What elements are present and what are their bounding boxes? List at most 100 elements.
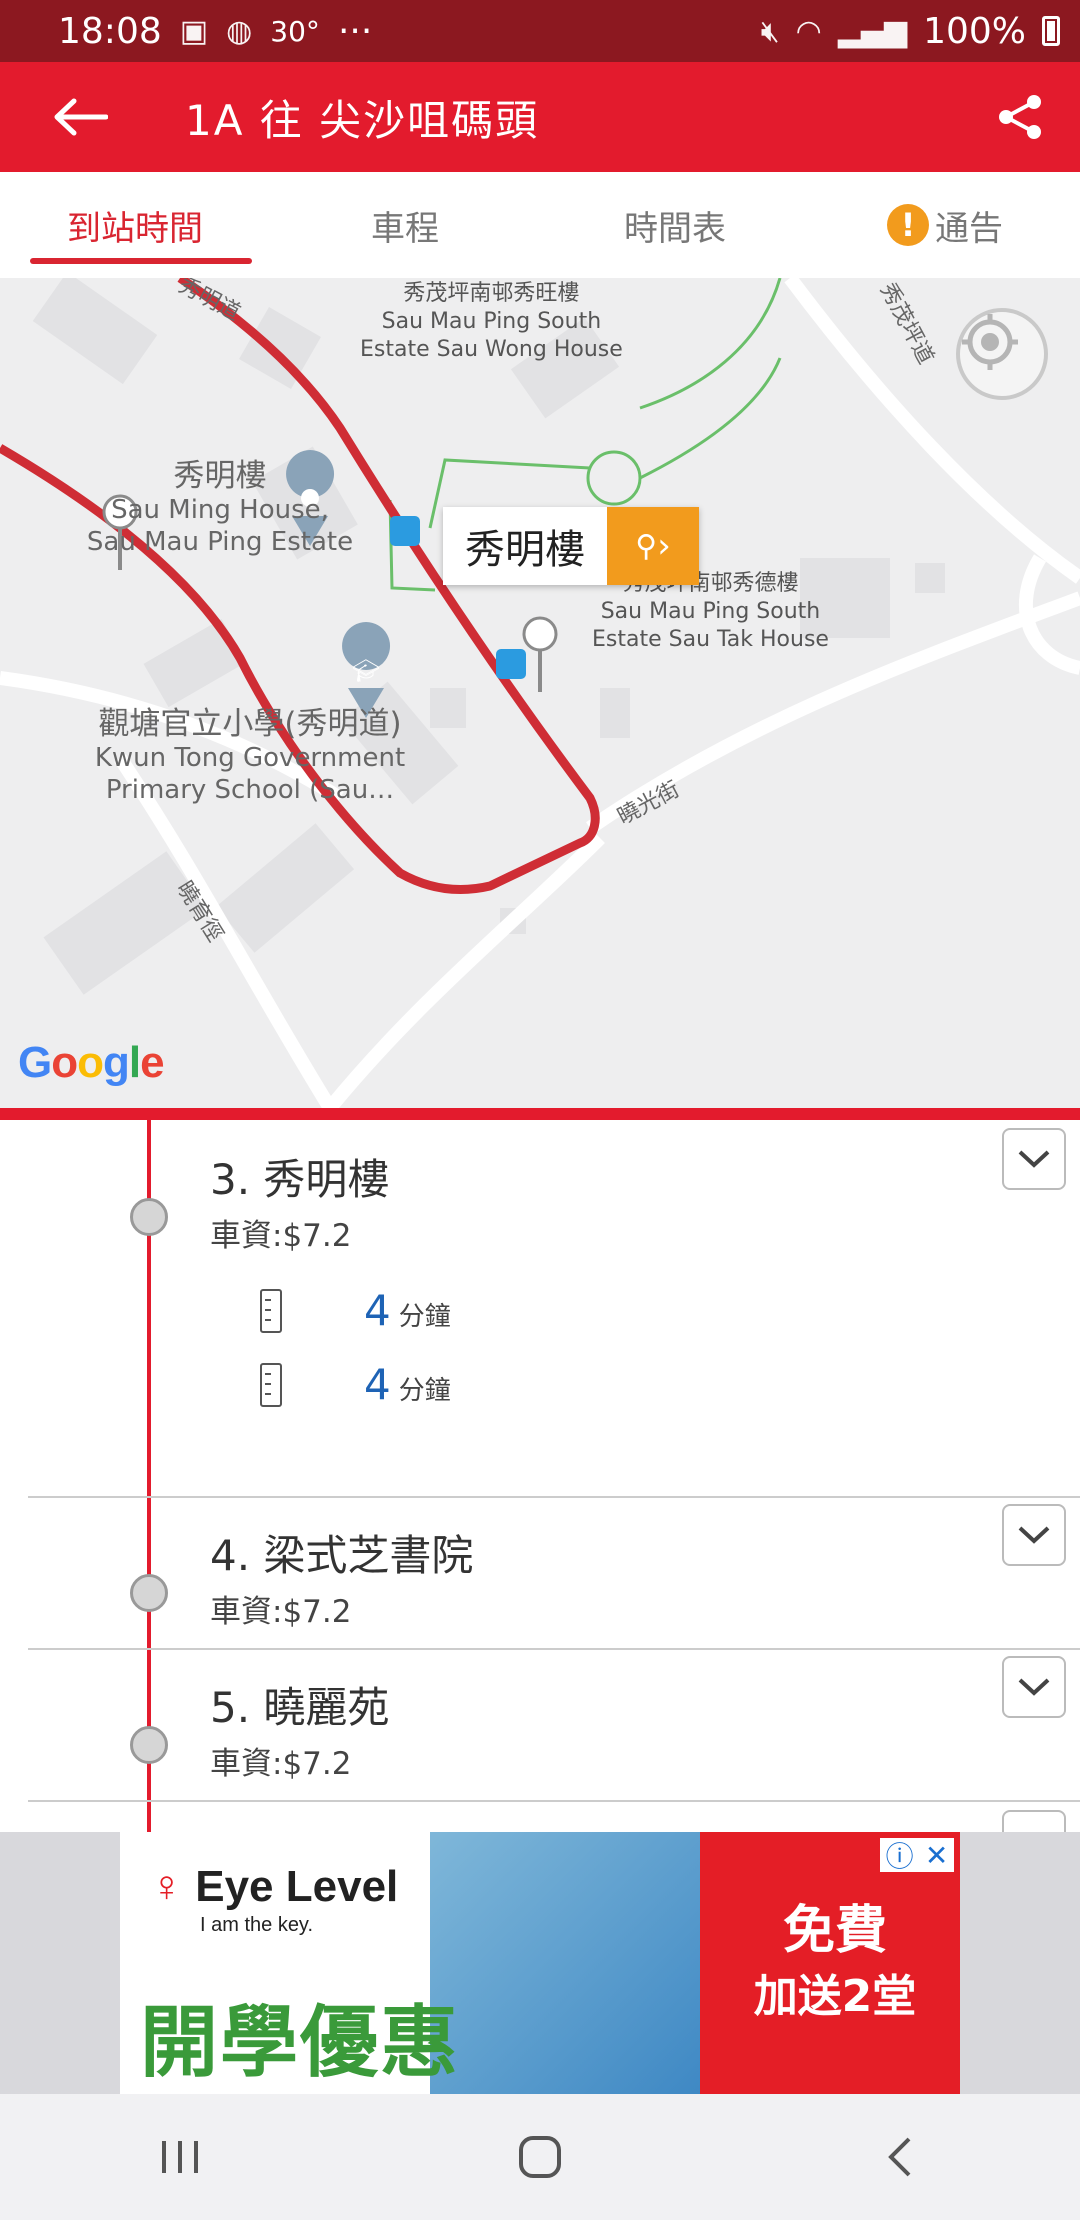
home-button[interactable] <box>470 2107 610 2207</box>
chevron-right-icon: › <box>657 526 671 566</box>
eta-minutes: 4 <box>364 1286 391 1335</box>
tab-journey[interactable]: 車程 <box>270 172 540 278</box>
map-label-line: Primary School (Sau… <box>105 775 395 805</box>
expand-button[interactable] <box>1002 1810 1066 1832</box>
ad-headline: 開學優惠 <box>140 1998 461 2088</box>
map-label-line: Sau Mau Ping South <box>381 309 602 334</box>
ad-offer: 免費 加送2堂 <box>720 1898 950 2030</box>
eta-unit: 分鐘 <box>398 1302 451 1332</box>
map-label-line: Estate Sau Wong House <box>360 337 623 362</box>
signal-icon: ▂▄▆ <box>837 13 908 49</box>
stop-name: 5. 曉麗苑 <box>210 1683 390 1732</box>
ad-tagline: I am the key. <box>200 1914 314 1936</box>
svg-text:🎓︎: 🎓︎ <box>352 659 380 684</box>
stop-callout[interactable]: 秀明樓 ⚲ › <box>443 507 699 585</box>
wifi-icon: ◠ <box>795 13 822 49</box>
system-back-button[interactable] <box>830 2107 970 2207</box>
weather-app-icon: ◍ <box>226 13 253 49</box>
mute-icon: 🔇︎ <box>760 13 780 49</box>
app-bar: 1A 往 尖沙咀碼頭 <box>0 62 1080 172</box>
arrow-left-icon <box>54 98 108 136</box>
tab-arrival-time[interactable]: 到站時間 <box>0 172 270 278</box>
battery-icon <box>1042 16 1060 46</box>
map-label-line: 秀明樓 <box>173 458 267 494</box>
stop-fare: 車資:$7.2 <box>210 1594 352 1630</box>
ad-banner[interactable]: ♀ Eye Level I am the key. 開學優惠 免費 加送2堂 ⓘ… <box>0 1832 1080 2094</box>
alert-icon: ! <box>887 204 929 246</box>
divider <box>28 1800 1080 1802</box>
list-item[interactable]: 3. 秀明樓 車資:$7.2 4 分鐘 4 分鐘 <box>0 1120 1080 1496</box>
stop-name: 3. 秀明樓 <box>210 1155 390 1204</box>
chevron-down-icon <box>1018 1678 1050 1696</box>
tab-bar: 到站時間 車程 時間表 ! 通告 <box>0 172 1080 278</box>
expand-button[interactable] <box>1002 1656 1066 1718</box>
page-title: 1A 往 尖沙咀碼頭 <box>185 95 540 145</box>
close-icon[interactable]: ✕ <box>925 1839 948 1872</box>
eta-minutes: 4 <box>364 1360 391 1409</box>
stop-fare: 車資:$7.2 <box>210 1746 352 1782</box>
status-more: ··· <box>337 10 373 52</box>
ad-offer-line: 免費 <box>782 1901 887 1961</box>
status-bar: 18:08 ▣ ◍ 30° ··· 🔇︎ ◠ ▂▄▆ 100% <box>0 0 1080 62</box>
eta-unit: 分鐘 <box>398 1376 451 1406</box>
stop-dot <box>130 1726 168 1764</box>
callout-streetview-button[interactable]: ⚲ › <box>607 507 699 585</box>
stop-dot <box>130 1198 168 1236</box>
key-icon: ♀ <box>150 1862 183 1911</box>
chevron-down-icon <box>1018 1526 1050 1544</box>
map-label-line: Kwun Tong Government <box>94 743 406 773</box>
stop-dot <box>130 1574 168 1612</box>
list-item[interactable]: 4. 梁式芝書院 車資:$7.2 <box>0 1498 1080 1648</box>
map-label-school: 觀塘官立小學(秀明道) Kwun Tong Government Primary… <box>60 706 440 806</box>
expand-button[interactable] <box>1002 1128 1066 1190</box>
tab-label: 到站時間 <box>67 208 203 249</box>
tab-label: 時間表 <box>624 208 726 249</box>
map-label-sau-ming: 秀明樓 Sau Ming House, Sau Mau Ping Estate <box>10 458 430 558</box>
system-nav-bar <box>0 2094 1080 2220</box>
stop-name: 4. 梁式芝書院 <box>210 1531 474 1580</box>
map-canvas: 🎓︎ <box>0 278 1080 1108</box>
chevron-down-icon <box>1018 1150 1050 1168</box>
my-location-button[interactable] <box>956 308 1048 400</box>
chevron-left-icon <box>888 2137 911 2177</box>
tab-timetable[interactable]: 時間表 <box>540 172 810 278</box>
battery-percent: 100% <box>923 10 1026 52</box>
map-label-line: 觀塘官立小學(秀明道) <box>98 706 402 742</box>
share-icon <box>999 95 1041 139</box>
tab-label: 車程 <box>371 208 439 249</box>
bus-schedule-icon <box>260 1362 282 1407</box>
map-label-line: 秀茂坪南邨秀旺樓 <box>403 281 580 306</box>
tab-notice[interactable]: ! 通告 <box>810 172 1080 278</box>
target-icon <box>962 314 1018 370</box>
info-icon[interactable]: ⓘ <box>886 1835 914 1875</box>
map-label-sau-wong: 秀茂坪南邨秀旺樓 Sau Mau Ping South Estate Sau W… <box>360 280 623 364</box>
map-label-line: Sau Ming House, <box>111 495 329 525</box>
stop-list[interactable]: 3. 秀明樓 車資:$7.2 4 分鐘 4 分鐘 4. 梁式芝書院 車資:$7.… <box>0 1120 1080 1832</box>
recent-apps-icon <box>162 2141 198 2173</box>
share-button[interactable] <box>960 62 1080 172</box>
bus-schedule-icon <box>260 1288 282 1333</box>
back-button[interactable] <box>25 62 135 172</box>
tab-label: 通告 <box>935 208 1003 249</box>
home-icon <box>519 2136 561 2178</box>
list-item[interactable]: 5. 曉麗苑 車資:$7.2 <box>0 1650 1080 1800</box>
ad-choices[interactable]: ⓘ ✕ <box>880 1835 954 1875</box>
recent-apps-button[interactable] <box>110 2107 250 2207</box>
map-label-line: Sau Mau Ping Estate <box>86 527 354 557</box>
eta-row: 4 分鐘 <box>260 1286 451 1335</box>
callout-stop-name: 秀明樓 <box>465 527 585 573</box>
status-time: 18:08 <box>58 10 162 52</box>
map-label-line: Estate Sau Tak House <box>592 627 829 652</box>
status-temperature: 30° <box>270 14 320 48</box>
expand-button[interactable] <box>1002 1504 1066 1566</box>
stop-fare: 車資:$7.2 <box>210 1218 352 1254</box>
gallery-icon: ▣ <box>179 13 209 49</box>
ad-brand: ♀ Eye Level <box>150 1862 398 1912</box>
ad-offer-line: 加送2堂 <box>753 1971 917 2022</box>
ad-creative[interactable]: ♀ Eye Level I am the key. 開學優惠 免費 加送2堂 ⓘ… <box>120 1832 960 2094</box>
map-label-line: Sau Mau Ping South <box>600 599 821 624</box>
ad-brand-text: Eye Level <box>195 1862 399 1911</box>
route-map[interactable]: 🎓︎ 秀茂坪南邨秀旺樓 Sau Mau Ping South Estate Sa… <box>0 278 1080 1108</box>
google-logo: Google <box>18 1038 165 1087</box>
map-divider <box>0 1108 1080 1120</box>
